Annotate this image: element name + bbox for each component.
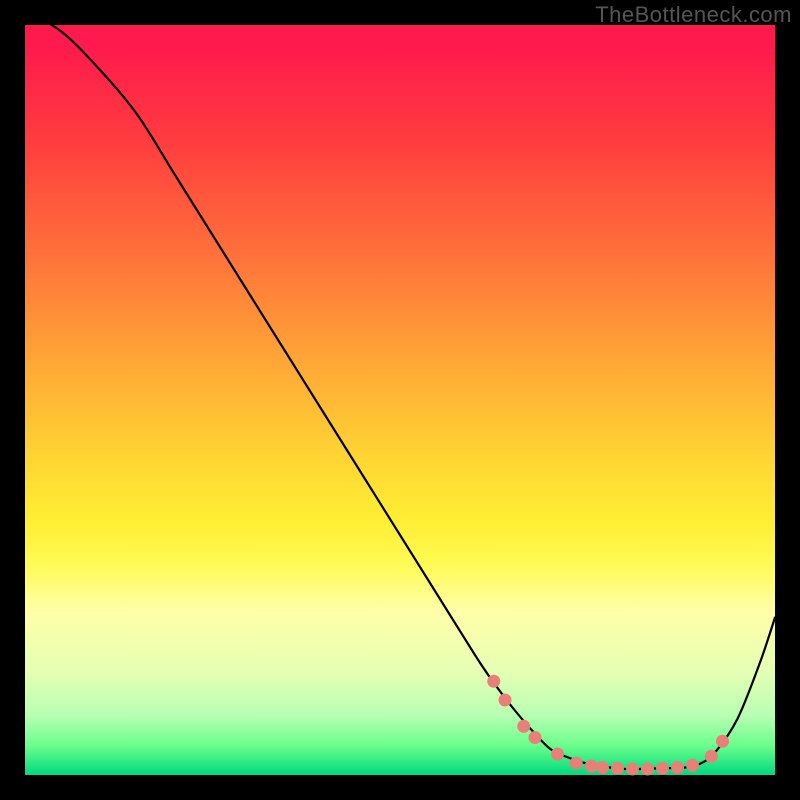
data-marker xyxy=(705,750,718,763)
data-marker xyxy=(487,675,500,688)
data-marker xyxy=(656,762,669,775)
data-markers xyxy=(487,675,729,776)
watermark-text: TheBottleneck.com xyxy=(595,2,792,28)
data-marker xyxy=(611,762,624,775)
data-marker xyxy=(570,757,583,770)
data-marker xyxy=(585,760,598,773)
data-marker xyxy=(641,763,654,776)
data-marker xyxy=(626,763,639,776)
chart-svg xyxy=(25,25,775,775)
data-marker xyxy=(499,694,512,707)
data-marker xyxy=(671,761,684,774)
data-marker xyxy=(517,720,530,733)
plot-area xyxy=(25,25,775,775)
data-marker xyxy=(716,735,729,748)
chart-frame: TheBottleneck.com xyxy=(0,0,800,800)
bottleneck-curve xyxy=(25,10,775,769)
data-marker xyxy=(529,731,542,744)
data-marker xyxy=(596,761,609,774)
data-marker xyxy=(551,748,564,761)
data-marker xyxy=(686,759,699,772)
